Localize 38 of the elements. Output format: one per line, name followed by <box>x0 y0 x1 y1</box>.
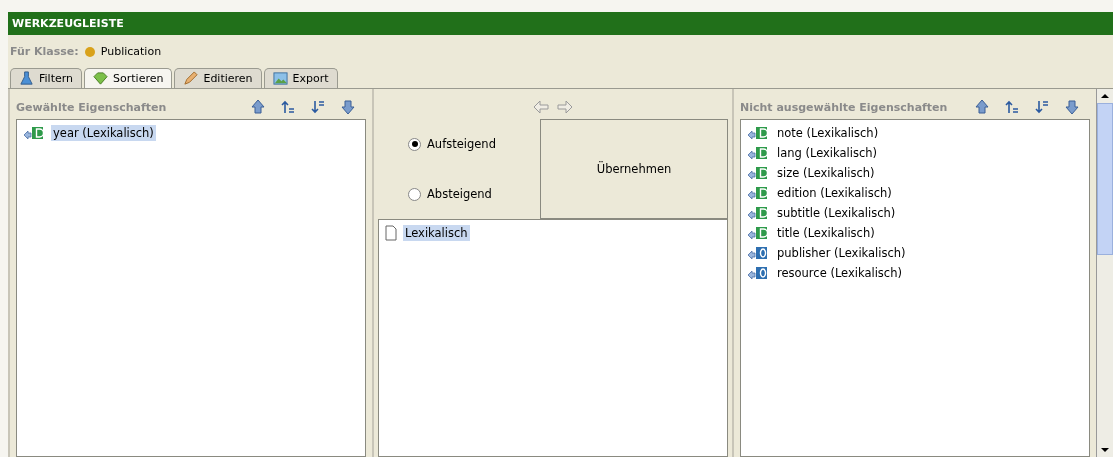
property-item[interactable]: size (Lexikalisch) <box>775 165 877 181</box>
move-up-icon[interactable] <box>974 99 990 115</box>
move-down-icon[interactable] <box>340 99 356 115</box>
property-item[interactable]: note (Lexikalisch) <box>775 125 881 141</box>
sort-down-icon[interactable] <box>1034 99 1050 115</box>
property-item[interactable]: publisher (Lexikalisch) <box>775 245 908 261</box>
apply-button[interactable]: Übernehmen <box>540 119 728 219</box>
property-item[interactable]: edition (Lexikalisch) <box>775 185 894 201</box>
toolbar-header: WERKZEUGLEISTE <box>8 12 1113 35</box>
sort-up-icon[interactable] <box>1004 99 1020 115</box>
property-item[interactable]: title (Lexikalisch) <box>775 225 877 241</box>
tab[interactable]: Sortieren <box>84 68 173 88</box>
pencil-icon <box>183 71 199 86</box>
picture-icon <box>272 71 288 86</box>
sort-order-radio[interactable]: Aufsteigend <box>408 137 540 151</box>
arrow-left-icon[interactable] <box>533 99 549 115</box>
sort-down-icon[interactable] <box>310 99 326 115</box>
panel-title: Gewählte Eigenschaften <box>16 100 167 114</box>
sort-order-radio[interactable]: Absteigend <box>408 187 540 201</box>
panel-title: Nicht ausgewählte Eigenschaften <box>740 100 948 114</box>
arrow-right-icon[interactable] <box>557 99 573 115</box>
flask-icon <box>19 71 34 86</box>
property-item[interactable]: resource (Lexikalisch) <box>775 265 904 281</box>
property-item[interactable]: year (Lexikalisch) <box>51 125 156 141</box>
sort-up-icon[interactable] <box>280 99 296 115</box>
property-item[interactable]: subtitle (Lexikalisch) <box>775 205 898 221</box>
property-item[interactable]: lang (Lexikalisch) <box>775 145 880 161</box>
move-up-icon[interactable] <box>250 99 266 115</box>
comparator-item[interactable]: Lexikalisch <box>403 225 470 241</box>
tab[interactable]: Editieren <box>174 68 262 88</box>
tab[interactable]: Filtern <box>10 68 83 88</box>
tab[interactable]: Export <box>263 68 338 88</box>
scrollbar[interactable] <box>1096 89 1113 457</box>
gem-icon <box>93 71 109 86</box>
class-label: Für Klasse: <box>10 45 79 58</box>
class-name: Publication <box>100 45 162 58</box>
move-down-icon[interactable] <box>1064 99 1080 115</box>
document-icon <box>385 225 397 241</box>
